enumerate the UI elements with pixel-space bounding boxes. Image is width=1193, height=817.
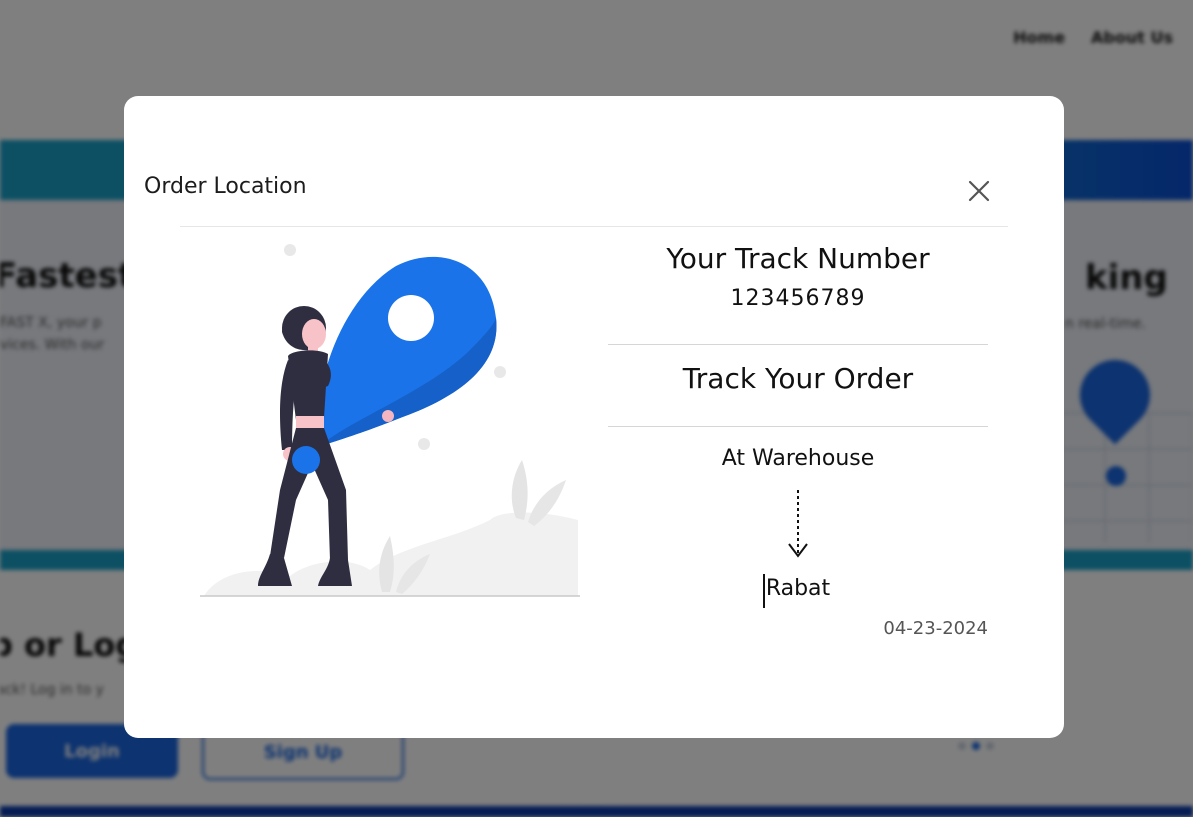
- status-to: Rabat: [765, 576, 831, 601]
- divider: [608, 344, 988, 345]
- close-button[interactable]: [964, 176, 994, 206]
- status-from: At Warehouse: [721, 446, 875, 471]
- track-number-value: 123456789: [730, 286, 866, 311]
- track-number-label: Your Track Number: [666, 242, 930, 275]
- track-order-heading: Track Your Order: [682, 362, 914, 395]
- order-location-modal: Order Location Your Track Number 1234567…: [124, 96, 1064, 738]
- modal-header: [180, 96, 1008, 227]
- status-date: 04-23-2024: [883, 618, 988, 639]
- arrow-down-icon: [788, 490, 808, 558]
- woman-with-location-pin-illustration: [200, 244, 580, 597]
- divider: [608, 426, 988, 427]
- modal-title: Order Location: [144, 174, 307, 199]
- close-icon: [968, 180, 990, 202]
